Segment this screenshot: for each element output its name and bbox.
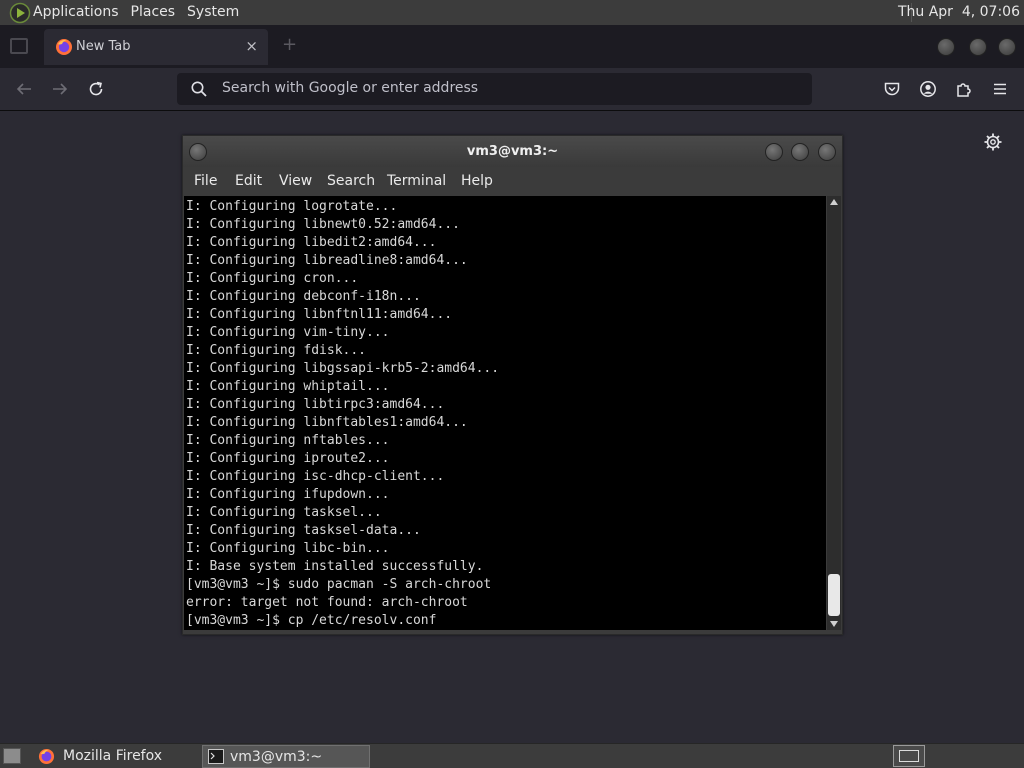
firefox-icon (56, 39, 72, 55)
terminal-scrollbar[interactable] (827, 196, 841, 630)
terminal-line: I: Configuring libc-bin... (186, 541, 390, 556)
terminal-line: I: Configuring libnewt0.52:amd64... (186, 217, 460, 232)
browser-tab-new-tab[interactable]: New Tab × (44, 29, 268, 65)
terminal-titlebar[interactable]: vm3@vm3:~ (183, 136, 842, 167)
terminal-line: I: Configuring debconf-i18n... (186, 289, 421, 304)
new-tab-icon[interactable]: + (282, 34, 297, 55)
search-icon (191, 81, 207, 97)
close-window-icon[interactable] (818, 143, 836, 161)
terminal-line: I: Configuring fdisk... (186, 343, 367, 358)
extensions-icon[interactable] (955, 80, 973, 98)
top-panel: Applications Places System Thu Apr 4, 07… (0, 0, 1024, 26)
gear-icon[interactable] (983, 132, 1003, 152)
minimize-window-icon[interactable] (937, 38, 955, 56)
scroll-up-icon[interactable] (830, 199, 838, 205)
back-arrow-icon[interactable] (15, 80, 33, 98)
menu-view[interactable]: View (279, 173, 312, 189)
taskbar-label: Mozilla Firefox (63, 748, 163, 764)
pocket-icon[interactable] (883, 80, 901, 98)
terminal-line: I: Base system installed successfully. (186, 559, 484, 574)
terminal-line: I: Configuring nftables... (186, 433, 390, 448)
taskbar-item-terminal[interactable]: vm3@vm3:~ (202, 745, 370, 768)
bottom-panel: Mozilla Firefox vm3@vm3:~ (0, 743, 1024, 768)
terminal-menubar: File Edit View Search Terminal Help (183, 167, 842, 195)
terminal-line: I: Configuring libreadline8:amd64... (186, 253, 468, 268)
terminal-line: I: Configuring libnftnl11:amd64... (186, 307, 453, 322)
tab-close-icon[interactable]: × (245, 37, 258, 55)
tab-label: New Tab (76, 39, 131, 54)
account-icon[interactable] (919, 80, 937, 98)
terminal-line: I: Configuring libedit2:amd64... (186, 235, 437, 250)
terminal-line: I: Configuring libtirpc3:amd64... (186, 397, 445, 412)
terminal-line: I: Configuring ifupdown... (186, 487, 390, 502)
browser-nav-bar: Search with Google or enter address (0, 68, 1024, 111)
terminal-line: I: Configuring libnftables1:amd64... (186, 415, 468, 430)
menu-file[interactable]: File (194, 173, 217, 189)
scrollbar-thumb[interactable] (828, 574, 840, 616)
terminal-icon (208, 749, 224, 764)
minimize-window-icon[interactable] (765, 143, 783, 161)
menu-search[interactable]: Search (327, 173, 375, 189)
scroll-down-icon[interactable] (830, 621, 838, 627)
terminal-line: I: Configuring logrotate... (186, 199, 398, 214)
terminal-screen[interactable]: I: Configuring logrotate... I: Configuri… (184, 196, 826, 630)
forward-arrow-icon[interactable] (51, 80, 69, 98)
terminal-line: I: Configuring tasksel-data... (186, 523, 421, 538)
workspace-window-thumbnail (899, 750, 919, 762)
terminal-line: error: target not found: arch-chroot (186, 595, 468, 610)
menu-terminal[interactable]: Terminal (387, 173, 446, 189)
menu-help[interactable]: Help (461, 173, 493, 189)
menu-edit[interactable]: Edit (235, 173, 262, 189)
terminal-line: I: Configuring whiptail... (186, 379, 390, 394)
places-menu[interactable]: Places (131, 0, 185, 25)
window-menu-icon[interactable] (189, 143, 207, 161)
clock[interactable]: Thu Apr 4, 07:06 (890, 0, 1020, 25)
terminal-line: I: Configuring libgssapi-krb5-2:amd64... (186, 361, 500, 376)
terminal-window[interactable]: vm3@vm3:~ File Edit View Search Terminal… (182, 135, 843, 635)
menu-icon[interactable] (991, 80, 1009, 98)
taskbar-item-firefox[interactable]: Mozilla Firefox (32, 745, 197, 768)
workspace-switcher[interactable] (893, 745, 925, 767)
firefox-icon (38, 748, 55, 765)
taskbar-label: vm3@vm3:~ (230, 749, 323, 765)
url-bar[interactable]: Search with Google or enter address (177, 73, 812, 105)
system-menu[interactable]: System (187, 0, 248, 25)
distro-logo-icon[interactable] (9, 2, 31, 24)
reload-icon[interactable] (87, 80, 105, 98)
terminal-line: I: Configuring iproute2... (186, 451, 390, 466)
browser-tab-strip: New Tab × + (0, 25, 1024, 68)
terminal-line: I: Configuring isc-dhcp-client... (186, 469, 445, 484)
maximize-window-icon[interactable] (791, 143, 809, 161)
terminal-line: I: Configuring tasksel... (186, 505, 382, 520)
terminal-title: vm3@vm3:~ (466, 144, 559, 159)
show-desktop-icon[interactable] (3, 748, 21, 764)
maximize-window-icon[interactable] (969, 38, 987, 56)
sidebar-toggle-icon[interactable] (10, 38, 28, 54)
close-window-icon[interactable] (998, 38, 1016, 56)
desktop: Applications Places System Thu Apr 4, 07… (0, 0, 1024, 768)
terminal-prompt-line[interactable]: [vm3@vm3 ~]$ cp /etc/resolv.conf (186, 612, 436, 630)
applications-menu[interactable]: Applications (33, 0, 128, 25)
terminal-line: [vm3@vm3 ~]$ sudo pacman -S arch-chroot (186, 577, 492, 592)
terminal-line: I: Configuring cron... (186, 271, 359, 286)
terminal-line: I: Configuring vim-tiny... (186, 325, 390, 340)
url-bar-placeholder: Search with Google or enter address (222, 80, 479, 96)
